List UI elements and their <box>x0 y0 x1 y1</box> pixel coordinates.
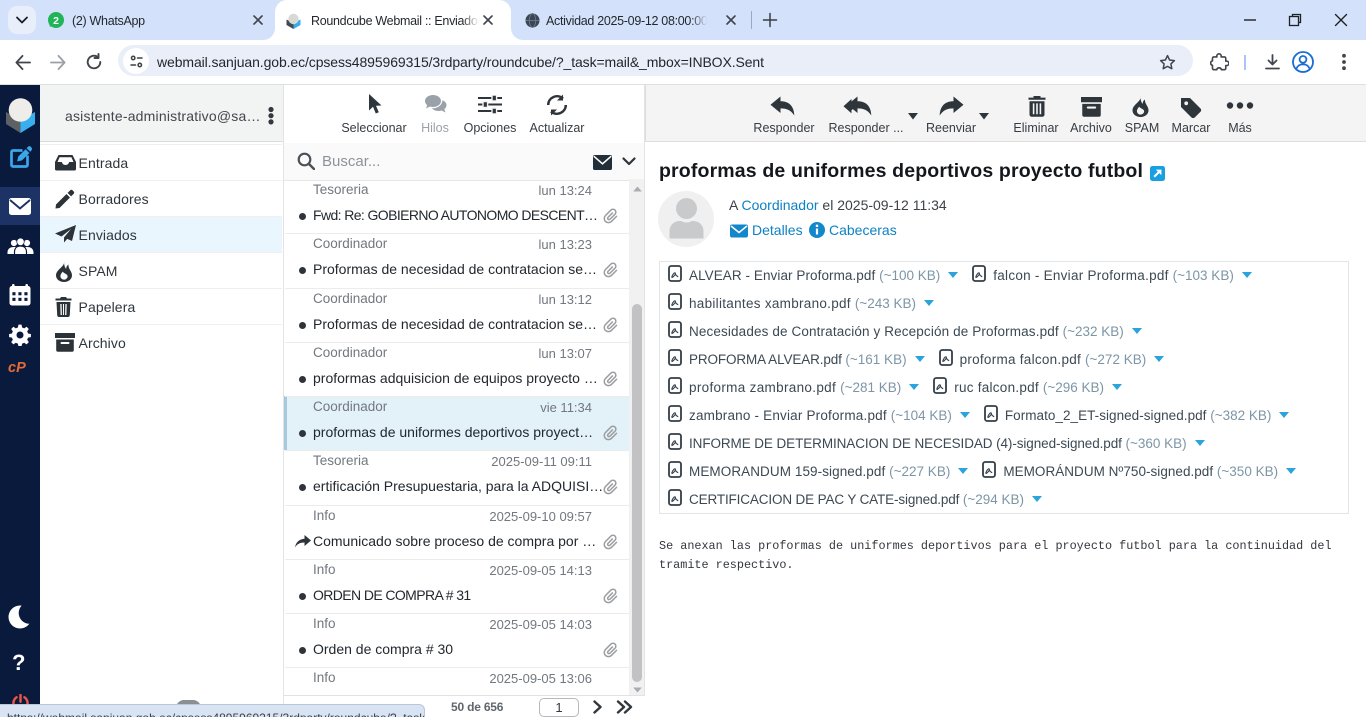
svg-text:2: 2 <box>53 15 59 27</box>
